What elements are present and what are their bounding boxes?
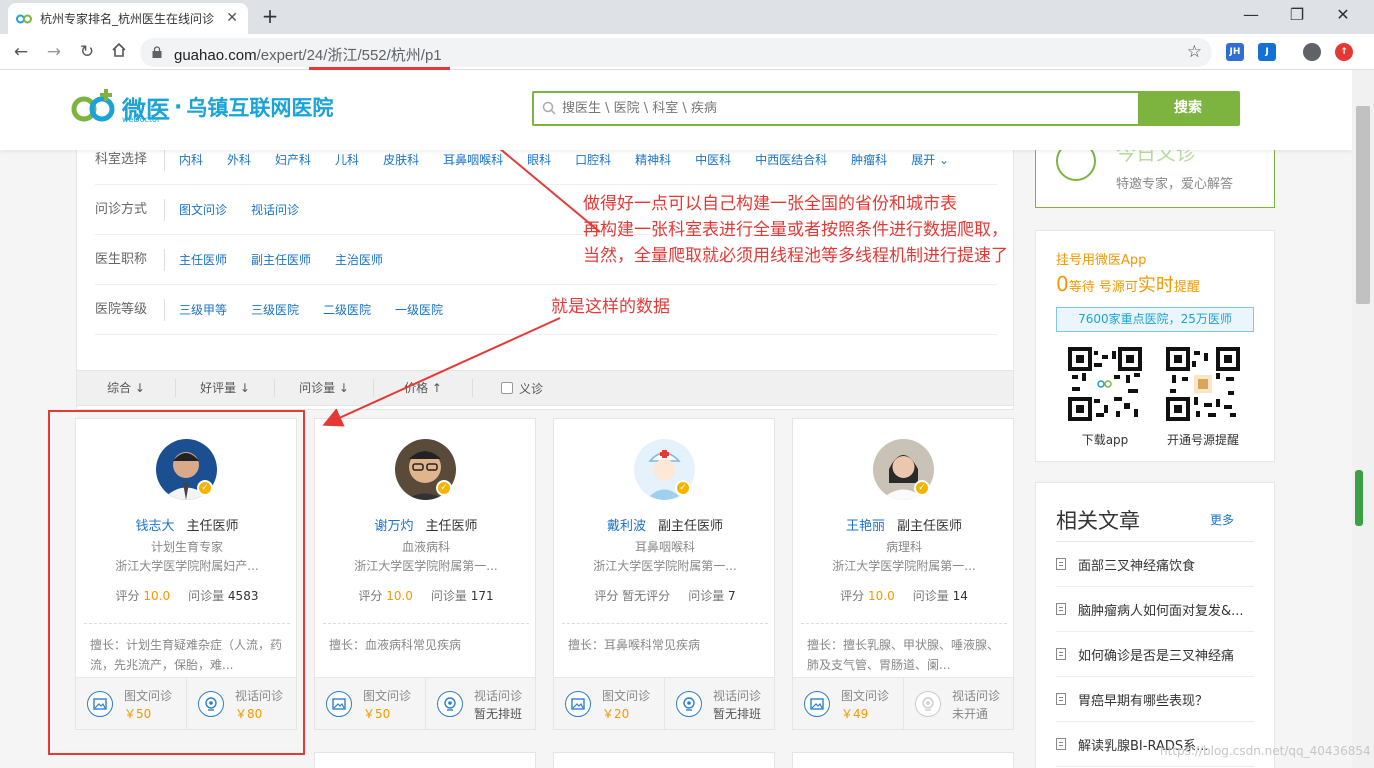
side-widget-tab[interactable] — [1355, 470, 1363, 526]
site-header: 微医 weDoctor · 乌镇互联网医院 搜索 — [0, 70, 1352, 150]
brand-subtitle: weDoctor — [122, 115, 161, 124]
search-button[interactable]: 搜索 — [1138, 91, 1238, 126]
browser-window: 杭州专家排名_杭州医生在线问诊 ✕ + — ❐ ✕ ← → ↻ guahao.c… — [0, 0, 1374, 768]
page-scrollbar[interactable] — [1352, 70, 1374, 768]
search-input[interactable] — [534, 93, 1140, 124]
watermark-text: https://blog.csdn.net/qq_40436854 — [1160, 744, 1371, 758]
hospital-name: 乌镇互联网医院 — [186, 96, 334, 120]
scrollbar-thumb[interactable] — [1356, 106, 1370, 304]
search-box: 搜索 — [532, 91, 1240, 126]
arrow-to-card — [322, 317, 561, 427]
wedoctor-logo-icon — [70, 87, 118, 127]
site-logo[interactable]: 微医 weDoctor · 乌镇互联网医院 — [70, 87, 333, 127]
